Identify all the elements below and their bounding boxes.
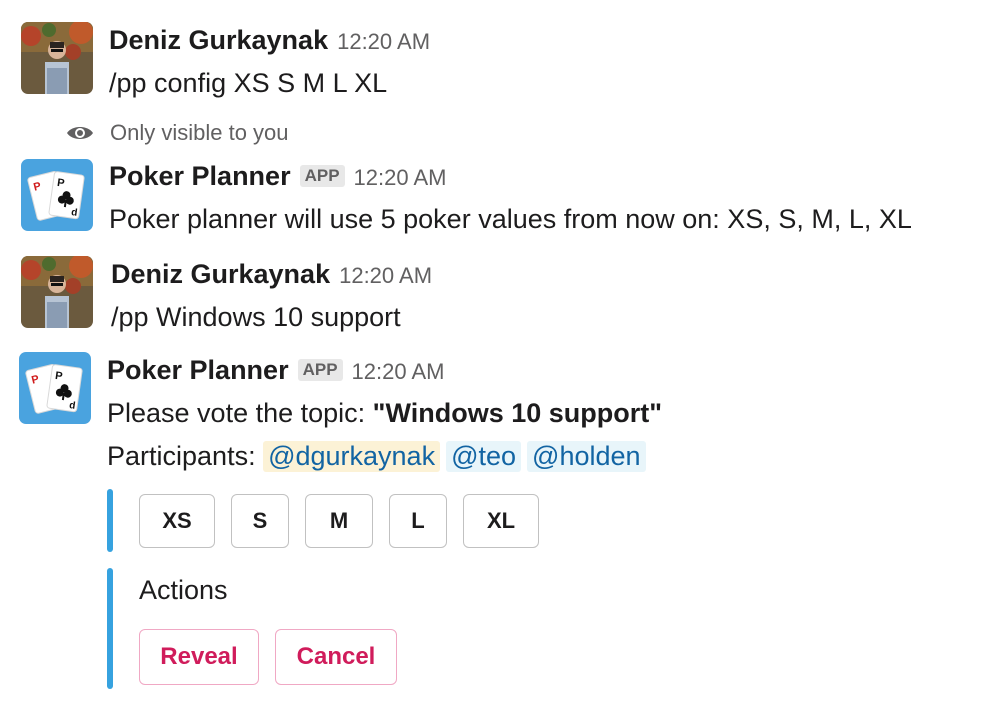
app-badge: APP [299,165,345,187]
vote-attachment-bar [107,489,113,552]
user-photo-icon [21,256,93,328]
timestamp[interactable]: 12:20 AM [337,29,430,55]
participants-line: Participants: @dgurkaynak @teo @holden [107,441,652,472]
user-photo-icon [21,22,93,94]
vote-prefix: Please vote the topic: [107,398,373,428]
participants-label: Participants: [107,441,264,471]
app-badge: APP [297,359,343,381]
mention-teo[interactable]: @teo [446,441,522,472]
vote-button-l[interactable]: L [389,494,447,548]
eye-icon [67,127,93,139]
sender-name[interactable]: Deniz Gurkaynak [109,25,328,56]
vote-button-xs[interactable]: XS [139,494,215,548]
avatar-deniz[interactable] [21,256,93,328]
message-text: Poker planner will use 5 poker values fr… [109,204,912,234]
avatar-deniz[interactable] [21,22,93,94]
playing-cards-icon: P P d [19,352,91,424]
actions-title: Actions [139,575,228,605]
sender-name[interactable]: Poker Planner [109,161,291,192]
actions-attachment-bar [107,568,113,689]
timestamp[interactable]: 12:20 AM [354,165,447,191]
ephemeral-notice: Only visible to you [66,120,289,146]
ephemeral-notice-text: Only visible to you [110,120,289,145]
avatar-poker-planner[interactable]: P P d [21,159,93,231]
mention-dgurkaynak[interactable]: @dgurkaynak [263,441,441,472]
sender-name[interactable]: Deniz Gurkaynak [111,259,330,290]
mention-holden[interactable]: @holden [527,441,646,472]
vote-button-s[interactable]: S [231,494,289,548]
avatar-poker-planner[interactable]: P P d [19,352,91,424]
sender-name[interactable]: Poker Planner [107,355,289,386]
message-text: /pp config XS S M L XL [109,68,388,98]
vote-topic-line: Please vote the topic: "Windows 10 suppo… [107,398,662,429]
message-text: /pp Windows 10 support [111,302,401,332]
timestamp[interactable]: 12:20 AM [339,263,432,289]
cancel-button[interactable]: Cancel [275,629,397,685]
playing-cards-icon: P P d [21,159,93,231]
vote-button-xl[interactable]: XL [463,494,539,548]
reveal-button[interactable]: Reveal [139,629,259,685]
vote-button-m[interactable]: M [305,494,373,548]
timestamp[interactable]: 12:20 AM [352,359,445,385]
vote-topic: "Windows 10 support" [372,398,663,428]
